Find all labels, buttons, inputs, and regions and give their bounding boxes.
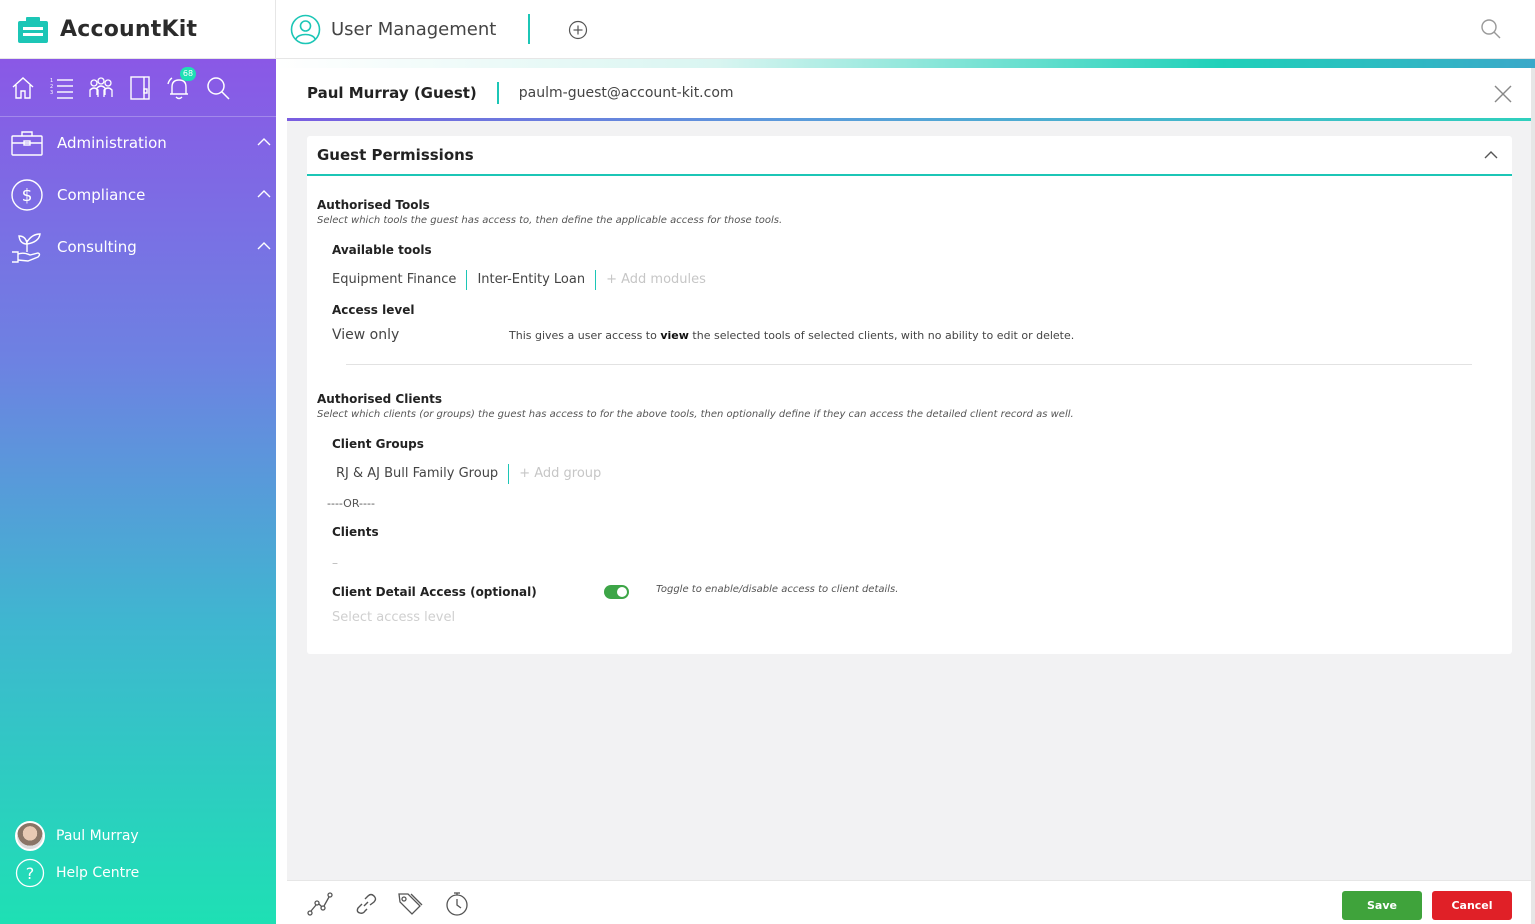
list-icon[interactable]: 123 <box>49 75 75 101</box>
sidebar-footer: Paul Murray ? Help Centre <box>15 817 139 891</box>
available-tools-label: Available tools <box>332 243 432 257</box>
svg-text:3: 3 <box>50 90 53 96</box>
header-gradient-strip <box>276 59 1535 68</box>
add-modules-button[interactable]: + Add modules <box>606 270 706 290</box>
access-level-note: This gives a user access to view the sel… <box>509 329 1075 342</box>
save-button[interactable]: Save <box>1342 891 1422 920</box>
svg-text:?: ? <box>26 864 35 883</box>
access-level-label: Access level <box>332 303 415 317</box>
panel-header[interactable]: Guest Permissions <box>307 136 1512 176</box>
help-centre-link[interactable]: ? Help Centre <box>15 854 139 891</box>
svg-text:$: $ <box>22 186 33 206</box>
chevron-up-icon[interactable] <box>1484 150 1498 160</box>
authorised-clients-title: Authorised Clients <box>317 392 443 406</box>
brand-name: AccountKit <box>60 17 198 42</box>
dollar-circle-icon: $ <box>11 179 43 211</box>
header-divider <box>528 14 531 44</box>
page-title: User Management <box>331 18 497 40</box>
available-tools-list: Equipment Finance Inter-Entity Loan + Ad… <box>332 269 706 291</box>
sidebar-item-consulting[interactable]: Consulting <box>0 221 276 273</box>
quick-icons: 123 68 <box>0 59 276 117</box>
sidebar-item-compliance[interactable]: $ Compliance <box>0 169 276 221</box>
user-circle-icon <box>290 14 321 44</box>
chevron-up-icon[interactable] <box>257 189 271 199</box>
toggle-knob <box>617 587 627 597</box>
briefcase-icon <box>11 131 43 156</box>
clients-label: Clients <box>332 525 379 539</box>
tool-chip[interactable]: Equipment Finance <box>332 270 468 290</box>
guest-email: paulm-guest@account-kit.com <box>518 85 734 101</box>
authorised-tools-description: Select which tools the guest has access … <box>317 215 783 226</box>
access-level-value[interactable]: View only <box>332 327 399 343</box>
search-icon[interactable] <box>1480 18 1502 40</box>
chart-line-icon[interactable] <box>307 891 333 917</box>
plant-hand-icon <box>12 233 41 263</box>
notification-bell-icon[interactable]: 68 <box>166 66 196 101</box>
page-header: User Management <box>290 12 531 46</box>
sidebar-item-administration[interactable]: Administration <box>0 117 276 169</box>
add-circle-icon[interactable] <box>568 20 588 40</box>
clients-value[interactable]: – <box>332 556 338 570</box>
group-chip[interactable]: RJ & AJ Bull Family Group <box>336 464 510 484</box>
help-centre-label: Help Centre <box>56 864 140 881</box>
notification-badge: 68 <box>180 66 196 81</box>
sidebar: 123 68 Administration $ Compliance Consu… <box>0 59 276 924</box>
client-detail-access-label: Client Detail Access (optional) <box>332 585 537 599</box>
chevron-up-icon[interactable] <box>257 137 271 147</box>
sidebar-item-label: Consulting <box>57 238 137 256</box>
tool-chip[interactable]: Inter-Entity Loan <box>477 270 597 290</box>
cancel-button[interactable]: Cancel <box>1432 891 1512 920</box>
guest-header: Paul Murray (Guest) paulm-guest@account-… <box>287 68 1531 121</box>
main-content: Paul Murray (Guest) paulm-guest@account-… <box>287 68 1531 924</box>
close-icon[interactable] <box>1493 84 1513 104</box>
sidebar-item-label: Administration <box>57 134 167 152</box>
user-name: Paul Murray <box>56 827 139 844</box>
sidebar-search-icon[interactable] <box>205 75 231 101</box>
link-icon[interactable] <box>353 891 379 917</box>
avatar <box>15 820 45 851</box>
top-bar: AccountKit User Management <box>0 0 1535 59</box>
chevron-up-icon[interactable] <box>257 241 271 251</box>
toggle-note: Toggle to enable/disable access to clien… <box>656 584 899 595</box>
client-groups-label: Client Groups <box>332 437 424 451</box>
client-detail-toggle[interactable] <box>604 585 629 599</box>
guest-name: Paul Murray (Guest) <box>307 84 477 102</box>
client-groups-list: RJ & AJ Bull Family Group + Add group <box>336 463 601 485</box>
accountkit-logo-icon <box>18 16 48 43</box>
access-level-select[interactable]: Select access level <box>332 610 455 625</box>
sidebar-item-label: Compliance <box>57 186 146 204</box>
home-icon[interactable] <box>10 75 36 101</box>
scrollbar[interactable] <box>1531 68 1535 924</box>
help-question-icon: ? <box>15 858 45 887</box>
users-icon[interactable] <box>88 75 114 101</box>
panel-title: Guest Permissions <box>317 146 474 164</box>
authorised-tools-title: Authorised Tools <box>317 198 430 212</box>
or-separator: ----OR---- <box>327 497 375 510</box>
clock-history-icon[interactable] <box>444 891 470 917</box>
guest-divider <box>496 82 499 104</box>
brand[interactable]: AccountKit <box>0 0 276 59</box>
guest-permissions-panel: Guest Permissions Authorised Tools Selec… <box>307 136 1512 654</box>
book-icon[interactable] <box>127 75 153 101</box>
bottom-toolbar: Save Cancel <box>287 880 1531 924</box>
add-group-button[interactable]: + Add group <box>519 464 601 484</box>
user-profile-link[interactable]: Paul Murray <box>15 817 139 854</box>
section-divider <box>346 364 1472 365</box>
authorised-clients-description: Select which clients (or groups) the gue… <box>317 409 1074 420</box>
tags-icon[interactable] <box>397 891 423 917</box>
